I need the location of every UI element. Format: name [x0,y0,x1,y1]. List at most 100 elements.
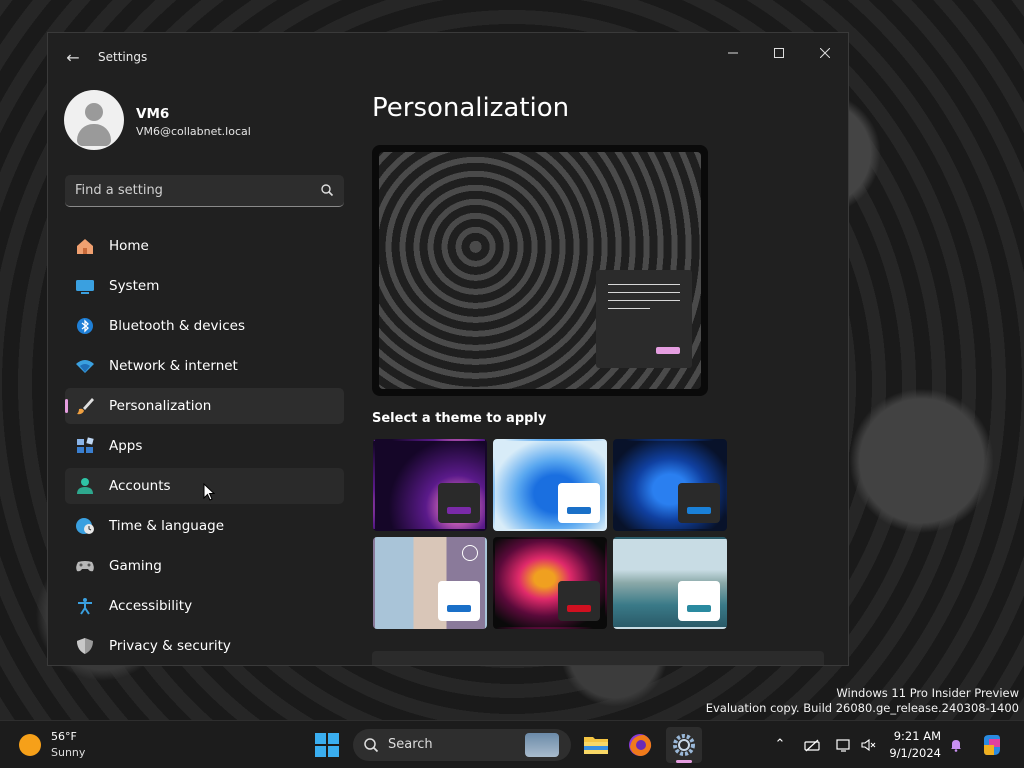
preview-window [596,270,692,368]
taskbar-search-label: Search [388,737,433,752]
sidebar-item-label: Personalization [109,398,212,414]
search-input[interactable] [75,175,305,205]
globe-clock-icon [76,518,94,534]
firefox-icon [629,734,652,756]
close-button[interactable] [802,39,848,69]
preview-line [608,284,680,285]
theme-mini-window [678,483,720,523]
sidebar-item-label: Accessibility [109,598,193,614]
search-highlight-icon [525,733,559,757]
settings-taskbar-button[interactable] [666,727,702,763]
page-title: Personalization [372,93,570,123]
close-icon [819,47,831,59]
settings-card[interactable] [372,651,824,665]
theme-mini-window [678,581,720,621]
theme-preview [372,145,708,396]
theme-accent-bar [447,605,471,612]
bluetooth-icon [77,318,93,334]
avatar-head [85,103,103,121]
theme-tile-glow[interactable] [373,439,487,531]
theme-mini-window [438,483,480,523]
wifi-icon [76,360,94,373]
slideshow-icon [462,545,478,561]
theme-accent-bar [567,507,591,514]
sidebar-item-label: Time & language [109,518,225,534]
folder-icon [584,737,608,754]
avatar-body [77,124,111,146]
minimize-button[interactable] [710,39,756,69]
file-explorer-button[interactable] [578,727,614,763]
clock-time[interactable]: 9:21 AM [894,729,941,743]
selected-indicator [65,399,68,413]
theme-accent-bar [687,507,711,514]
sidebar-item-system[interactable]: System [65,268,344,304]
sidebar-item-label: Bluetooth & devices [109,318,246,334]
theme-tile-bloom-light[interactable] [493,439,607,531]
preview-wallpaper [379,152,701,389]
settings-window: ← Settings VM6 VM6@collabnet.local Find … [47,32,849,666]
display-icon[interactable] [836,737,852,753]
chevron-up-icon[interactable]: ⌃ [772,737,788,753]
bell-icon[interactable] [948,737,964,753]
brush-icon [77,398,94,415]
sidebar-item-gaming[interactable]: Gaming [65,548,344,584]
theme-tile-lake[interactable] [613,537,727,629]
maximize-button[interactable] [756,39,802,69]
taskbar-search[interactable]: Search [353,729,571,761]
mouse-cursor-icon [203,483,215,501]
sidebar-item-home[interactable]: Home [65,228,344,264]
theme-mini-window [558,581,600,621]
copilot-icon[interactable] [980,733,1004,757]
person-icon [77,478,93,494]
avatar[interactable] [64,90,124,150]
title-bar: ← Settings [48,33,848,81]
sidebar-item-label: Home [109,238,149,254]
minimize-icon [728,52,738,54]
sidebar-item-personalization[interactable]: Personalization [65,388,344,424]
theme-heading: Select a theme to apply [372,411,547,426]
search-box[interactable] [65,175,344,207]
monitor-icon [76,280,94,294]
sidebar-item-network[interactable]: Network & internet [65,348,344,384]
theme-mini-window [438,581,480,621]
firefox-button[interactable] [622,727,658,763]
sidebar-item-time-language[interactable]: Time & language [65,508,344,544]
arrow-left-icon: ← [66,48,80,67]
clock-date[interactable]: 9/1/2024 [889,746,941,760]
sidebar-item-label: Privacy & security [109,638,231,654]
weather-temp[interactable]: 56°F [51,730,77,743]
network-off-icon[interactable] [804,737,820,753]
theme-tile-glow-flower[interactable] [493,537,607,629]
volume-muted-icon[interactable] [860,737,876,753]
preview-line [608,308,650,309]
apps-icon [77,437,94,453]
sidebar-item-bluetooth[interactable]: Bluetooth & devices [65,308,344,344]
gamepad-icon [76,561,94,572]
watermark-build: Evaluation copy. Build 26080.ge_release.… [705,701,1019,715]
sidebar-item-privacy[interactable]: Privacy & security [65,628,344,664]
active-app-indicator [676,760,692,763]
sidebar-item-label: System [109,278,160,294]
sidebar-item-label: Apps [109,438,143,454]
theme-tile-flowers[interactable] [373,537,487,629]
sidebar-item-apps[interactable]: Apps [65,428,344,464]
search-icon [364,738,379,753]
search-icon [321,184,334,197]
theme-accent-bar [567,605,591,612]
user-name: VM6 [136,106,170,122]
theme-accent-bar [687,605,711,612]
preview-accent-button [656,347,680,354]
maximize-icon [774,48,784,58]
sun-icon[interactable] [19,734,41,756]
back-button[interactable]: ← [62,47,84,69]
accessibility-icon [78,598,92,615]
sidebar-item-label: Network & internet [109,358,238,374]
watermark-edition: Windows 11 Pro Insider Preview [836,686,1019,700]
sidebar-item-accessibility[interactable]: Accessibility [65,588,344,624]
theme-tile-bloom-dark[interactable] [613,439,727,531]
weather-condition[interactable]: Sunny [51,746,85,759]
start-button[interactable] [313,731,341,759]
theme-accent-bar [447,507,471,514]
gear-icon [673,734,695,756]
sidebar-item-label: Accounts [109,478,171,494]
